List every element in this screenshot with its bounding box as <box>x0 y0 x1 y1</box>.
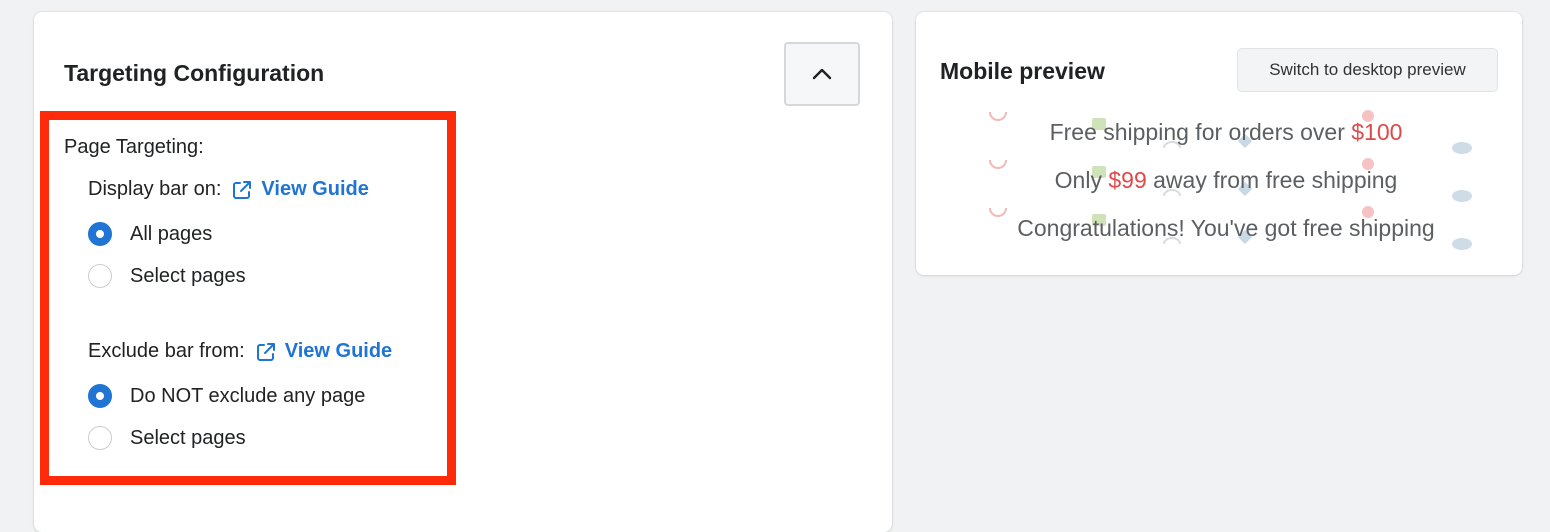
exclude-bar-label: Exclude bar from: <box>88 340 245 362</box>
chevron-up-icon <box>812 68 832 80</box>
external-link-icon <box>233 180 252 199</box>
display-bar-row: Display bar on: View Guide <box>88 178 369 201</box>
guide-link-label: View Guide <box>261 178 369 200</box>
success-message: Congratulations! You've got free shippin… <box>976 215 1476 242</box>
radio-label: All pages <box>130 222 213 245</box>
card-title: Targeting Configuration <box>64 60 325 86</box>
preview-title: Mobile preview <box>940 58 1105 84</box>
amount-text: $99 <box>1108 167 1147 193</box>
radio-button-checked[interactable] <box>88 222 112 246</box>
radio-exclude-none[interactable]: Do NOT exclude any page <box>88 384 365 408</box>
progress-message: Only $99 away from free shipping <box>976 167 1476 194</box>
message-text: away from free shipping <box>1146 167 1398 193</box>
message-text: Congratulations! You've got free shippin… <box>1017 215 1435 241</box>
radio-exclude-select-pages[interactable]: Select pages <box>88 426 246 450</box>
radio-display-select-pages[interactable]: Select pages <box>88 264 246 288</box>
collapse-button[interactable] <box>784 42 860 106</box>
preview-bar-area: Free shipping for orders over $100 Only … <box>976 108 1476 258</box>
radio-button-checked[interactable] <box>88 384 112 408</box>
exclude-view-guide-link[interactable]: View Guide <box>255 340 392 363</box>
exclude-bar-row: Exclude bar from: View Guide <box>88 340 392 363</box>
external-link-icon <box>256 342 275 361</box>
message-text: Free shipping for orders over <box>1049 119 1352 145</box>
mobile-preview-card: Mobile preview Switch to desktop preview <box>916 12 1522 275</box>
free-shipping-message: Free shipping for orders over $100 <box>976 119 1476 146</box>
page-targeting-label: Page Targeting: <box>64 136 204 158</box>
radio-button[interactable] <box>88 264 112 288</box>
radio-label: Select pages <box>130 426 246 449</box>
radio-label: Do NOT exclude any page <box>130 384 366 407</box>
radio-display-all-pages[interactable]: All pages <box>88 222 212 246</box>
radio-button[interactable] <box>88 426 112 450</box>
radio-label: Select pages <box>130 264 246 287</box>
display-view-guide-link[interactable]: View Guide <box>231 178 369 201</box>
guide-link-label: View Guide <box>284 340 393 362</box>
amount-text: $100 <box>1351 119 1403 145</box>
display-bar-label: Display bar on: <box>88 178 222 200</box>
message-text: Only <box>1054 167 1109 193</box>
switch-to-desktop-button[interactable]: Switch to desktop preview <box>1237 48 1498 92</box>
